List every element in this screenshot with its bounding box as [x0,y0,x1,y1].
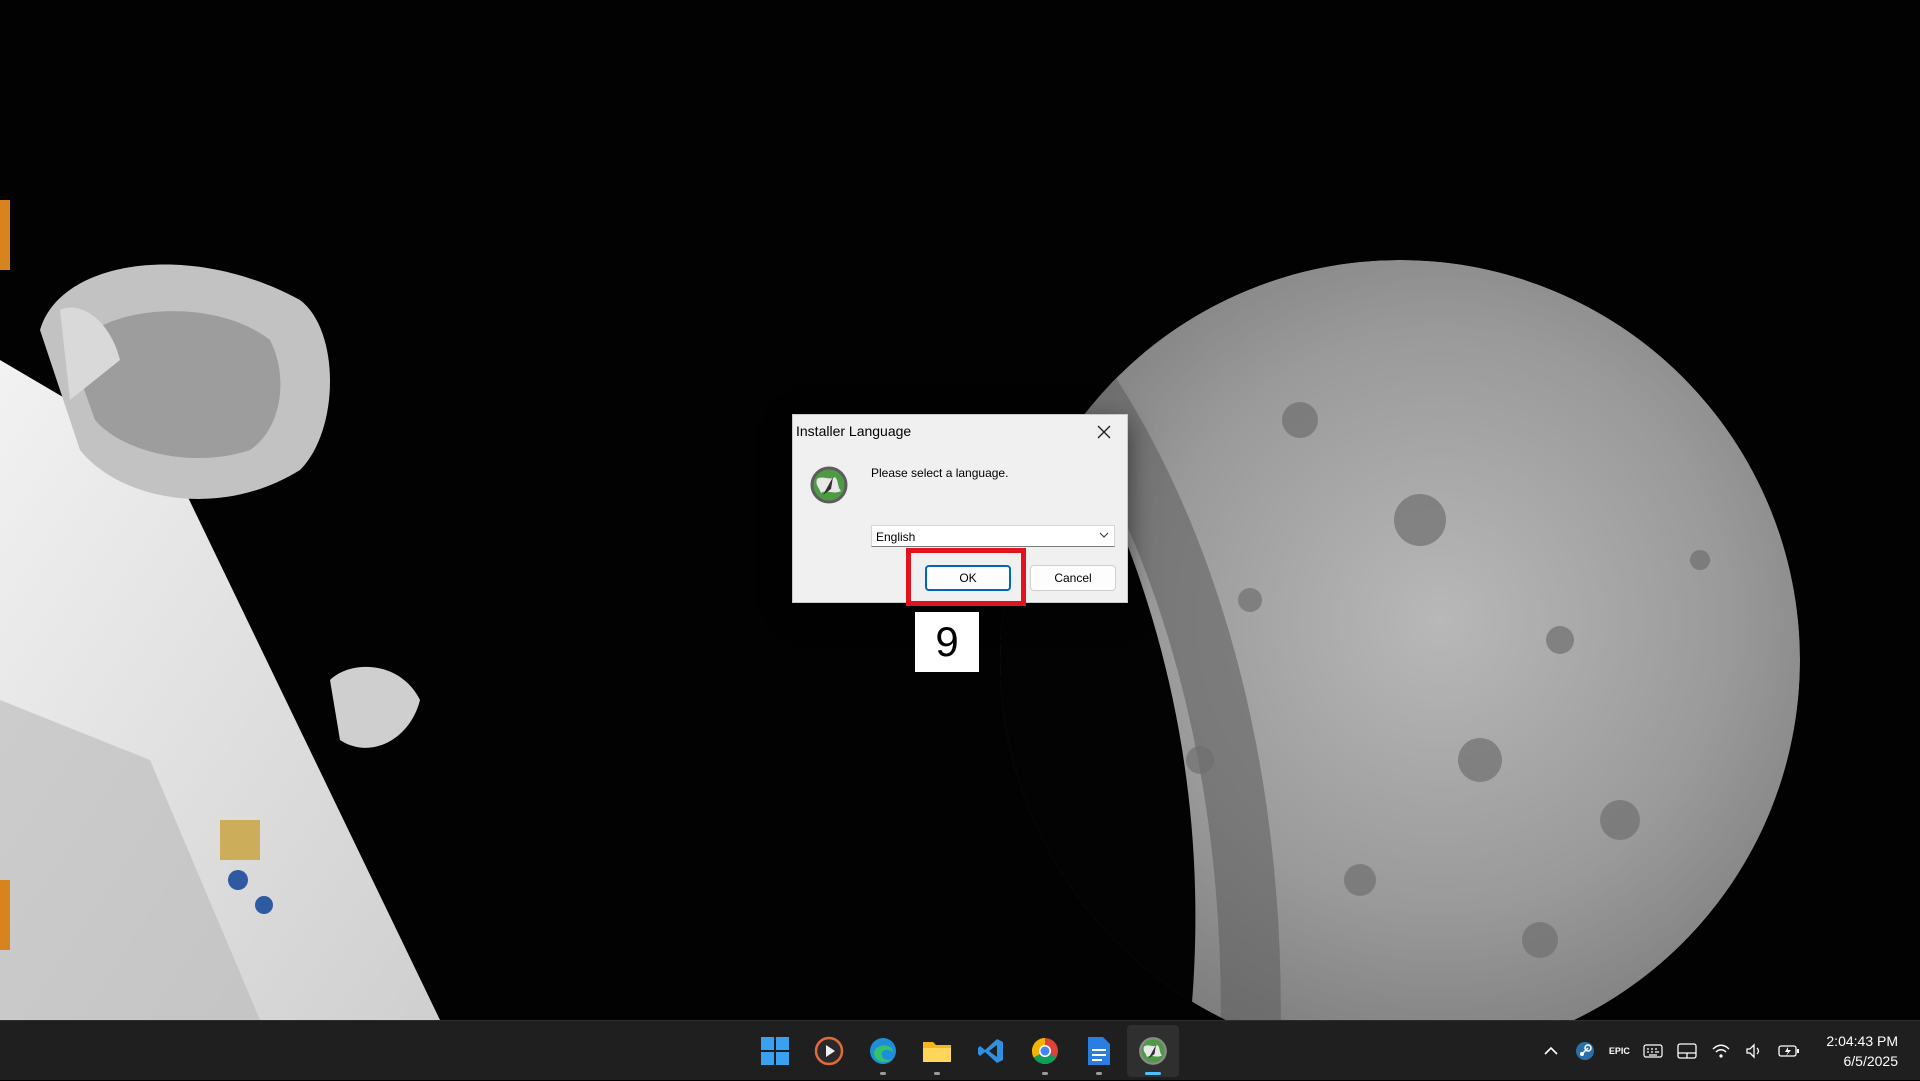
edge-icon [870,1038,896,1064]
vscode-icon [978,1039,1003,1063]
clock[interactable]: 2:04:43 PM 6/5/2025 [1806,1031,1920,1071]
step-number-badge: 9 [915,612,979,672]
volume-tray-button[interactable] [1738,1031,1772,1071]
media-player-icon [814,1036,844,1066]
dialog-prompt: Please select a language. [871,466,1009,480]
installer-globe-icon [1139,1037,1167,1065]
wifi-icon [1712,1044,1730,1058]
folder-icon [923,1042,951,1062]
epic-games-icon: EPIC [1608,1046,1630,1056]
steam-tray-button[interactable] [1568,1031,1602,1071]
running-indicator [1096,1072,1102,1075]
running-indicator [1042,1072,1048,1075]
taskbar-docs[interactable] [1073,1025,1125,1077]
system-tray: EPIC 2:04:43 PM 6/5/2025 [1534,1021,1920,1081]
active-indicator [1145,1072,1161,1075]
cancel-button[interactable]: Cancel [1030,565,1116,591]
battery-charging-icon [1778,1045,1800,1057]
running-indicator [934,1072,940,1075]
display-icon [1677,1043,1698,1059]
taskbar-media-player[interactable] [803,1025,855,1077]
start-button[interactable] [749,1025,801,1077]
network-tray-button[interactable] [1704,1031,1738,1071]
taskbar-vscode[interactable] [965,1025,1017,1077]
taskbar-file-explorer[interactable] [911,1025,963,1077]
epic-games-tray-button[interactable]: EPIC [1602,1031,1636,1071]
dialog-title: Installer Language [796,423,912,439]
close-icon [1097,425,1111,439]
taskbar-edge[interactable] [857,1025,909,1077]
taskbar-installer[interactable] [1127,1025,1179,1077]
keyboard-tray-button[interactable] [1636,1031,1670,1071]
taskbar-chrome[interactable] [1019,1025,1071,1077]
highlight-box [906,548,1026,606]
clock-date: 6/5/2025 [1843,1053,1899,1069]
chevron-up-icon [1544,1046,1558,1055]
language-select-value: English [876,530,916,544]
windows-logo-icon [761,1037,789,1065]
keyboard-icon [1643,1044,1663,1058]
steam-icon [1576,1042,1595,1060]
document-icon [1088,1037,1110,1065]
clock-time: 2:04:43 PM [1826,1033,1898,1049]
taskbar-apps [748,1021,1180,1081]
installer-globe-icon [809,465,849,505]
taskbar: EPIC 2:04:43 PM 6/5/2025 [0,1020,1920,1080]
speaker-icon [1746,1043,1760,1059]
chevron-down-icon [1099,532,1109,538]
display-tray-button[interactable] [1670,1031,1704,1071]
running-indicator [880,1072,886,1075]
show-hidden-icons-button[interactable] [1534,1031,1568,1071]
chrome-icon [1031,1037,1058,1065]
battery-tray-button[interactable] [1772,1031,1806,1071]
language-select[interactable]: English [871,525,1115,547]
spacecraft [0,200,440,1020]
close-button[interactable] [1087,417,1121,447]
